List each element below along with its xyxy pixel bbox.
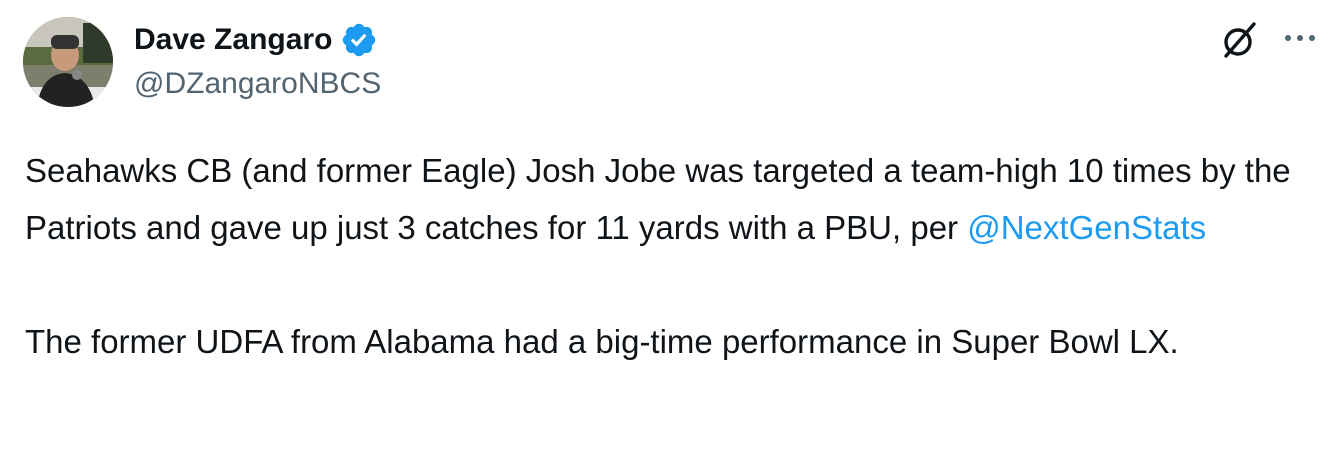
profile-photo-icon	[23, 17, 113, 107]
tweet-card: Dave Zangaro @DZangaroNBCS Seahawks CB (…	[0, 0, 1330, 476]
author-display-name[interactable]: Dave Zangaro	[134, 20, 332, 60]
more-options-icon[interactable]	[1280, 26, 1320, 50]
author-handle[interactable]: @DZangaroNBCS	[134, 64, 381, 104]
author-name-row: Dave Zangaro	[134, 20, 378, 60]
tweet-text: Seahawks CB (and former Eagle) Josh Jobe…	[25, 142, 1315, 370]
grok-icon[interactable]	[1218, 18, 1262, 62]
mention-link[interactable]: @NextGenStats	[967, 209, 1206, 246]
verified-badge-icon[interactable]	[340, 21, 378, 59]
tweet-text-paragraph-2: The former UDFA from Alabama had a big-t…	[25, 323, 1179, 360]
avatar[interactable]	[23, 17, 113, 107]
